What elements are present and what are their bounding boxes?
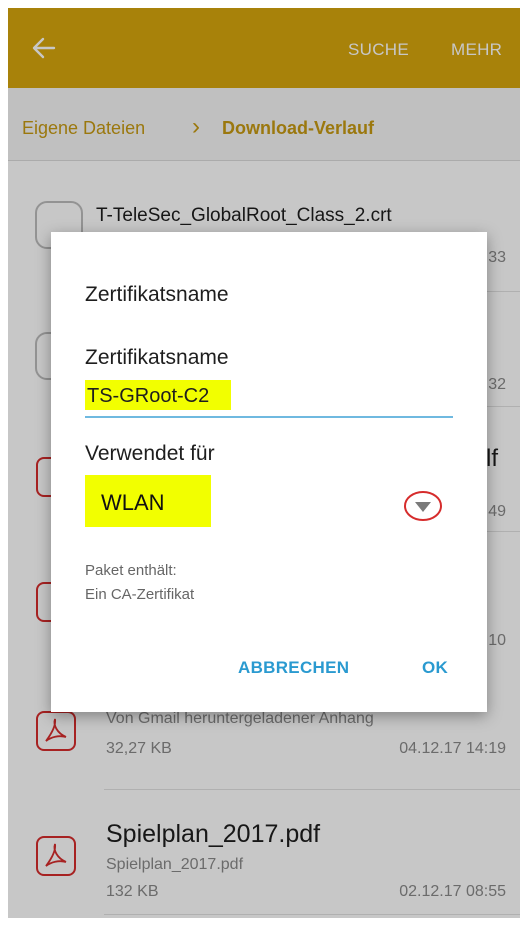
certificate-name-dialog: Zertifikatsname Zertifikatsname Verwende…	[51, 232, 487, 712]
ok-button[interactable]: OK	[422, 658, 448, 678]
screen: SUCHE MEHR Eigene Dateien › Download-Ver…	[8, 8, 520, 918]
used-for-label: Verwendet für	[85, 442, 215, 465]
dropdown-arrow-icon	[404, 491, 442, 521]
cancel-button[interactable]: ABBRECHEN	[238, 658, 349, 678]
name-label: Zertifikatsname	[85, 346, 229, 369]
used-for-dropdown[interactable]	[401, 488, 445, 524]
used-for-value[interactable]: WLAN	[101, 490, 165, 516]
dialog-title: Zertifikatsname	[85, 283, 229, 306]
package-value: Ein CA-Zertifikat	[85, 586, 195, 603]
certificate-name-input[interactable]	[85, 376, 453, 418]
package-label: Paket enthält:	[85, 562, 177, 579]
